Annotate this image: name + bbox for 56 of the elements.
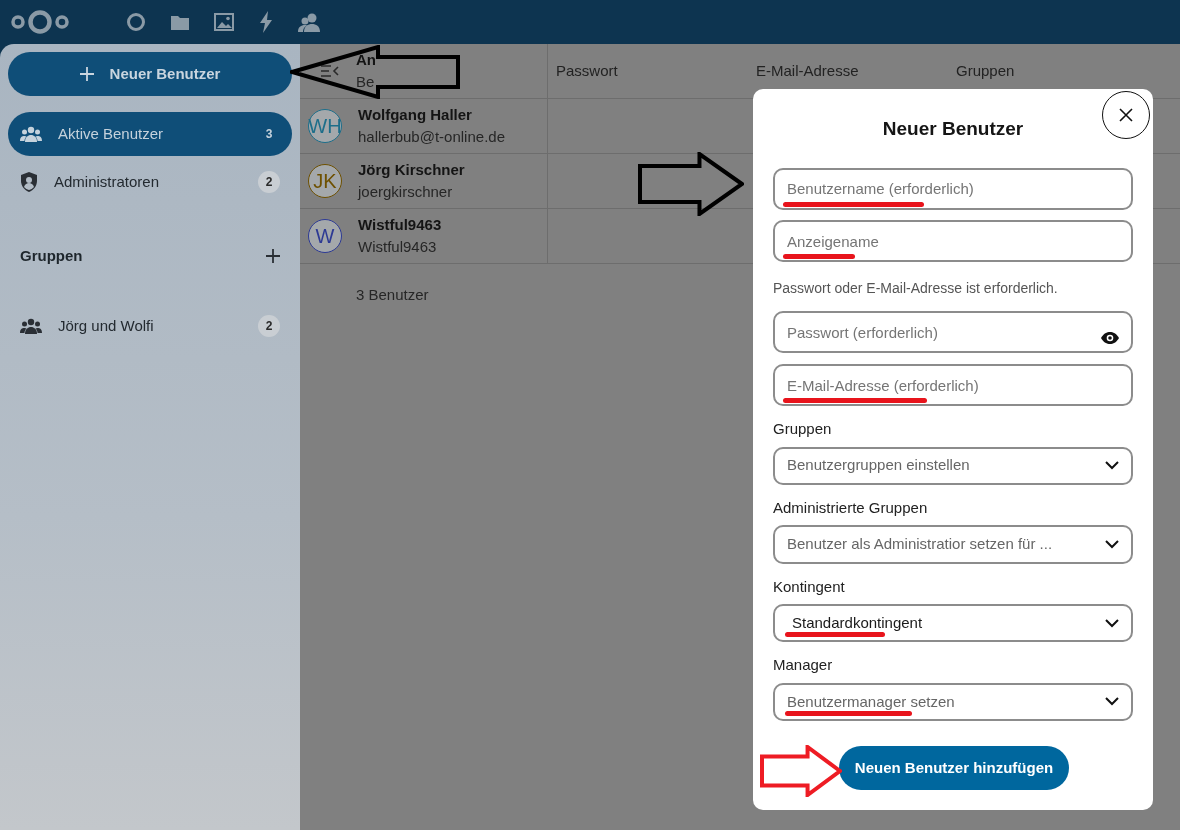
password-field[interactable]: Passwort (erforderlich): [773, 311, 1133, 354]
field-label: Kontingent: [773, 576, 846, 597]
dropdown-field[interactable]: Standardkontingent: [773, 604, 1133, 643]
users-icon: [20, 318, 42, 334]
sidebar-item[interactable]: Aktive Benutzer 3: [8, 112, 292, 156]
shield-icon: [20, 172, 38, 192]
dropdown-field[interactable]: Benutzer als Administratior setzen für ...: [773, 525, 1133, 564]
dropdown-field[interactable]: Benutzermanager setzen: [773, 682, 1133, 721]
add-group-icon[interactable]: [266, 249, 280, 263]
close-button[interactable]: [1102, 91, 1150, 139]
sort-icon[interactable]: [320, 64, 340, 78]
folder-icon[interactable]: [170, 13, 190, 31]
user-count: 3 Benutzer: [356, 286, 429, 303]
add-user-button[interactable]: Neuen Benutzer hinzufügen: [838, 746, 1070, 790]
input-field[interactable]: E-Mail-Adresse (erforderlich): [773, 364, 1133, 407]
sidebar-item[interactable]: Jörg und Wolfi 2: [8, 304, 292, 348]
plus-icon: [79, 67, 94, 81]
field-label: Gruppen: [773, 419, 833, 440]
eye-icon[interactable]: [1101, 332, 1119, 345]
new-user-button[interactable]: Neuer Benutzer: [8, 52, 292, 96]
user-name: Wistful9463: [358, 237, 438, 257]
input-field[interactable]: Anzeigename: [773, 220, 1133, 263]
field-label: Manager: [773, 655, 834, 676]
circle-icon[interactable]: [126, 12, 146, 32]
users-icon: [20, 126, 42, 142]
dropdown-field[interactable]: Benutzergruppen einstellen: [773, 446, 1133, 485]
item-count: 2: [258, 171, 280, 193]
dialog-title: Neuer Benutzer: [881, 117, 1025, 141]
section-heading: Gruppen: [20, 245, 83, 266]
user-display-name: Wistful9463: [358, 214, 442, 235]
column-subheader: Be: [356, 72, 376, 92]
avatar: JK: [308, 164, 342, 198]
column-header: Gruppen: [956, 60, 1015, 81]
close-icon: [1119, 108, 1133, 122]
user-name: hallerbub@t-online.de: [358, 127, 505, 147]
avatar: W: [308, 219, 342, 253]
user-name: joergkirschner: [358, 182, 454, 202]
column-header: An: [356, 49, 376, 70]
field-label: Administrierte Gruppen: [773, 497, 929, 518]
item-count: 3: [264, 126, 274, 143]
user-display-name: Jörg Kirschner: [358, 159, 465, 180]
item-count: 2: [258, 315, 280, 337]
contacts-icon[interactable]: [298, 12, 320, 32]
user-display-name: Wolfgang Haller: [358, 104, 473, 125]
column-header: E-Mail-Adresse: [756, 60, 859, 81]
column-header: Passwort: [556, 60, 618, 81]
chevron-down-icon: [1105, 539, 1119, 549]
logo-icon[interactable]: [10, 9, 70, 35]
hint-text: Passwort oder E-Mail-Adresse ist erforderlich.: [773, 279, 1059, 299]
image-icon[interactable]: [214, 13, 234, 31]
chevron-down-icon: [1105, 697, 1119, 707]
input-field[interactable]: Benutzername (erforderlich): [773, 167, 1133, 210]
sidebar-item[interactable]: Administratoren 2: [8, 160, 292, 204]
chevron-down-icon: [1105, 618, 1119, 628]
lightning-icon[interactable]: [258, 11, 274, 33]
chevron-down-icon: [1105, 461, 1119, 471]
